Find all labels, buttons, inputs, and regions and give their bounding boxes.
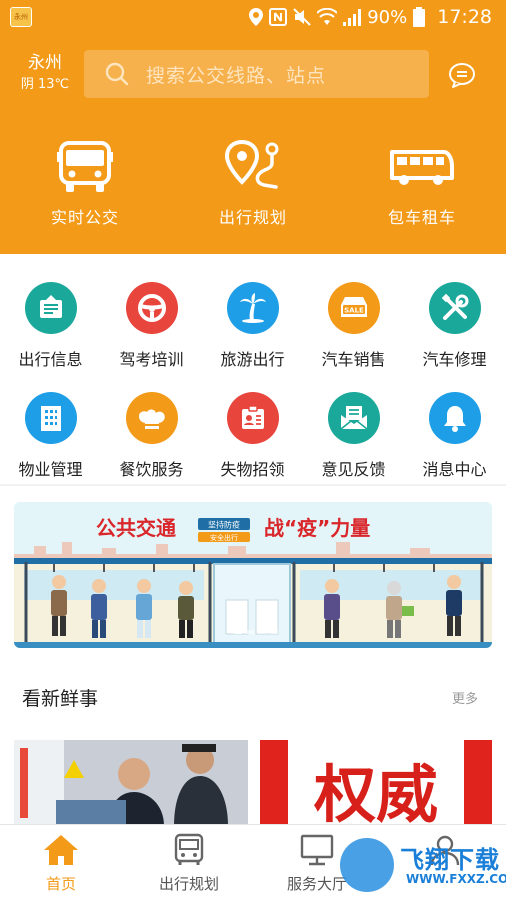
watermark-text: 飞翔下载 [400, 846, 500, 874]
tab-home[interactable]: 首页 [20, 825, 102, 900]
banner-tag2: 安全出行 [210, 533, 238, 542]
palm-tree-icon [226, 282, 279, 334]
banner-section: 公共交通 坚持防疫 安全出行 战“疫”力量 [0, 486, 506, 656]
mail-icon [327, 392, 380, 444]
app-notification-icon: 永州公交 [10, 7, 32, 27]
city-weather[interactable]: 永州 阴 13℃ [14, 52, 76, 94]
news-section: 看新鲜事 更多 权威 [0, 656, 506, 826]
repair-tools-icon [428, 282, 481, 334]
trip-planning-label: 出行规划 [218, 208, 287, 227]
banner-tag1: 坚持防疫 [208, 520, 240, 530]
steering-wheel-icon [125, 282, 178, 334]
realtime-bus-label: 实时公交 [50, 208, 119, 227]
news-headline-text: 权威 [313, 758, 438, 826]
nfc-icon [269, 8, 288, 26]
banner-title-right: 战“疫”力量 [264, 516, 370, 540]
route-pin-icon [224, 140, 279, 189]
news-more-link[interactable]: 更多 [452, 688, 478, 707]
news-thumbnail[interactable]: 权威 [260, 740, 492, 826]
service-message-center[interactable]: 消息中心 [404, 364, 505, 479]
bus-front-icon [174, 833, 204, 865]
watermark-logo [340, 838, 394, 892]
watermark: 飞翔下载 WWW.FXXZ.COM [340, 836, 506, 896]
service-feedback[interactable]: 意见反馈 [303, 364, 404, 479]
service-label: 物业管理 [18, 460, 83, 479]
signal-icon [343, 9, 362, 26]
weather-text: 阴 13℃ [20, 77, 70, 92]
news-thumbnail[interactable] [14, 740, 248, 826]
city-name: 永州 [28, 53, 62, 73]
watermark-url: WWW.FXXZ.COM [406, 872, 506, 886]
realtime-bus-button[interactable]: 实时公交 [15, 140, 155, 240]
tab-trip-planning[interactable]: 出行规划 [148, 825, 230, 900]
home-icon [44, 835, 78, 865]
search-icon [105, 62, 129, 86]
service-tourism[interactable]: 旅游出行 [202, 254, 303, 369]
tab-label: 出行规划 [158, 875, 219, 893]
building-icon [24, 392, 77, 444]
bell-icon [428, 392, 481, 444]
main-nav: 实时公交 出行规划 包车租车 [0, 140, 506, 240]
service-label: 消息中心 [422, 460, 487, 479]
battery-icon [413, 7, 426, 27]
service-travel-info[interactable]: 出行信息 [0, 254, 101, 369]
service-catering[interactable]: 餐饮服务 [101, 364, 202, 479]
news-title: 看新鲜事 [22, 688, 99, 710]
mute-icon [293, 8, 311, 26]
service-lost-found[interactable]: 失物招领 [202, 364, 303, 479]
status-icons: 90% 17:28 [249, 4, 492, 30]
service-car-repair[interactable]: 汽车修理 [404, 254, 505, 369]
status-bar: 永州公交 90% 17:28 [0, 0, 506, 34]
bus-icon [57, 141, 113, 192]
id-card-icon [226, 392, 279, 444]
info-board-icon [24, 282, 77, 334]
charter-rental-label: 包车租车 [387, 208, 456, 227]
svg-text:SALE: SALE [344, 307, 364, 315]
message-icon[interactable] [447, 60, 477, 90]
header: 永州公交 90% 17:28 永州 阴 13℃ 搜索公交线路、站点 实时公交 出… [0, 0, 506, 254]
service-label: 意见反馈 [321, 460, 386, 479]
clock: 17:28 [437, 6, 492, 28]
services-grid: 出行信息 驾考培训 旅游出行 SALE 汽车销售 汽车修理 物业管理 餐饮服务 … [0, 254, 506, 484]
service-label: 失物招领 [220, 460, 285, 479]
charter-rental-button[interactable]: 包车租车 [352, 140, 492, 240]
tab-label: 首页 [45, 875, 76, 893]
chef-hat-icon [125, 392, 178, 444]
banner-illustration: 公共交通 坚持防疫 安全出行 战“疫”力量 [14, 502, 492, 648]
promo-banner[interactable]: 公共交通 坚持防疫 安全出行 战“疫”力量 [14, 502, 492, 648]
service-driving-school[interactable]: 驾考培训 [101, 254, 202, 369]
trip-planning-button[interactable]: 出行规划 [183, 140, 323, 240]
location-icon [249, 8, 264, 26]
service-label: 餐饮服务 [119, 460, 184, 479]
monitor-icon [300, 834, 334, 866]
search-placeholder: 搜索公交线路、站点 [146, 64, 327, 87]
service-car-sales[interactable]: SALE 汽车销售 [303, 254, 404, 369]
battery-percent: 90% [367, 6, 408, 28]
search-bar[interactable]: 搜索公交线路、站点 [84, 50, 429, 98]
service-property[interactable]: 物业管理 [0, 364, 101, 479]
coach-icon [390, 150, 454, 185]
sale-tag-icon: SALE [327, 282, 380, 334]
wifi-icon [317, 8, 338, 25]
banner-title-left: 公共交通 [96, 516, 176, 540]
